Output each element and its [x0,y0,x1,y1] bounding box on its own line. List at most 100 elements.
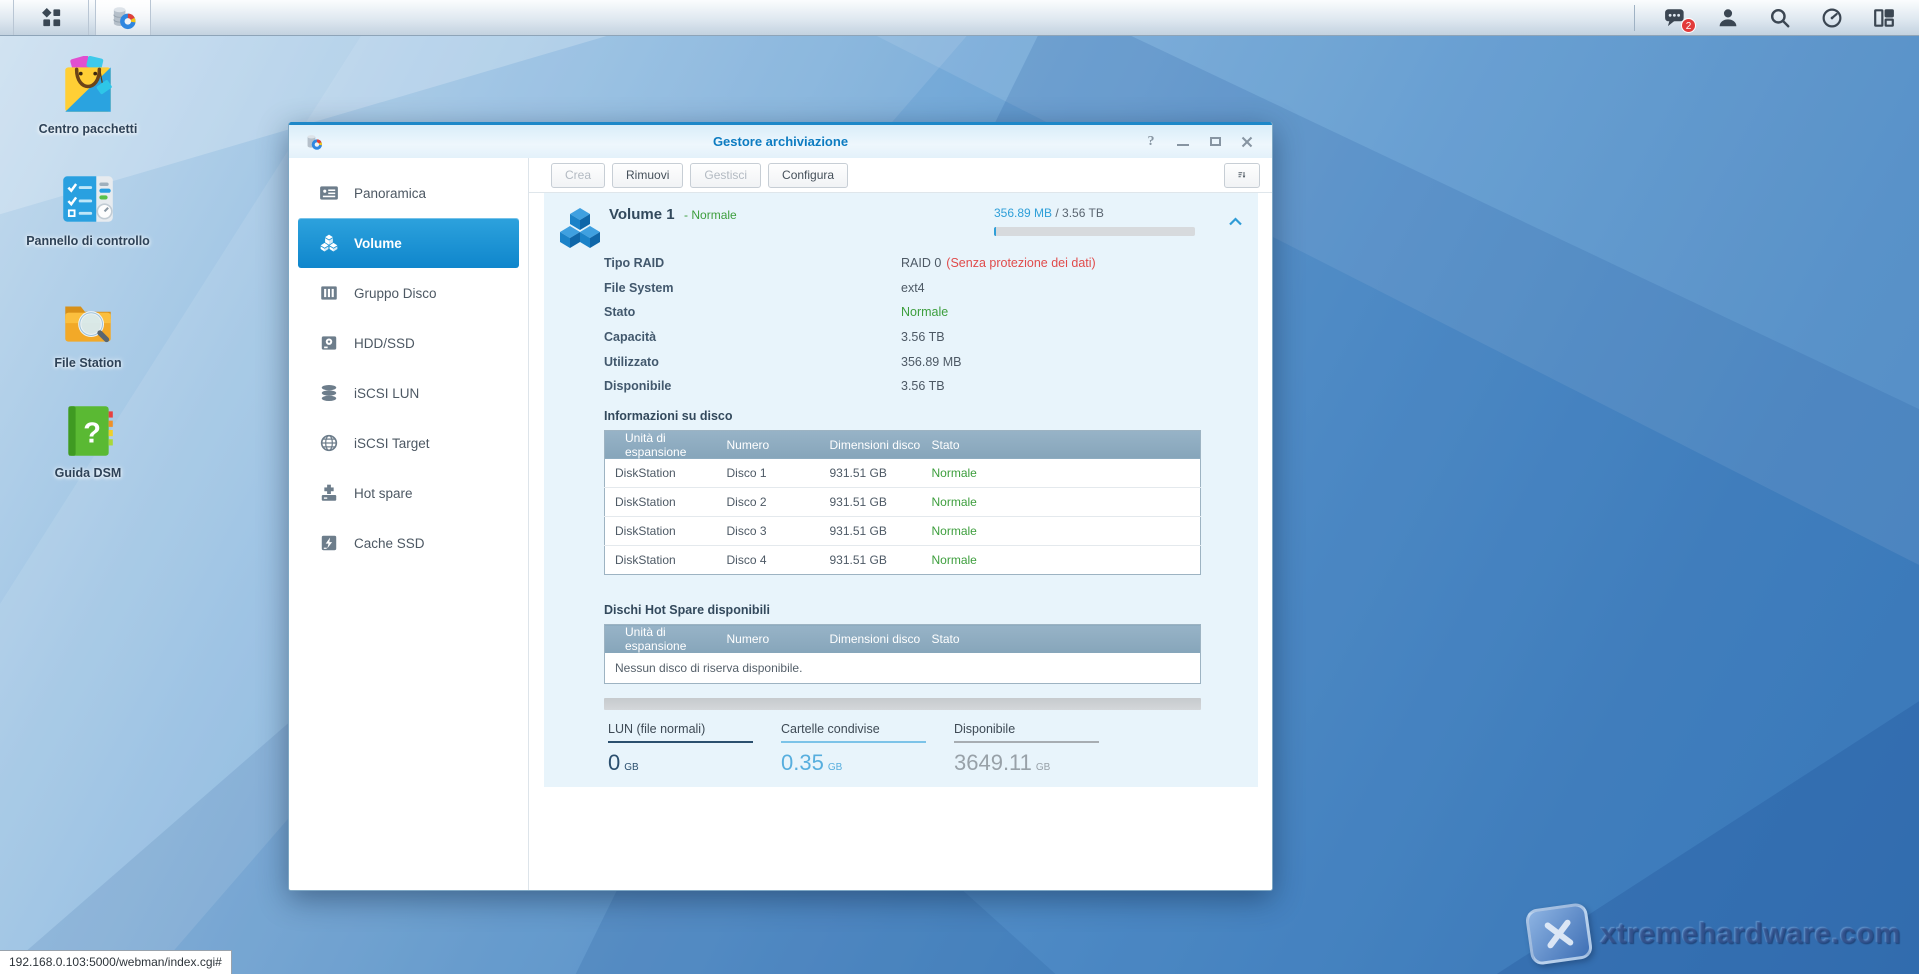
gauge-icon [1821,7,1843,29]
window-title: Gestore archiviazione [289,134,1272,149]
package-center-icon [57,56,119,118]
database-icon [319,383,339,403]
volume-cubes-icon [319,233,339,253]
user-icon [1717,7,1739,29]
sort-button[interactable] [1224,163,1260,188]
sidebar-item-iscsi-lun[interactable]: iSCSI LUN [289,368,528,418]
detail-row-capacita: Capacità 3.56 TB [604,325,1258,350]
configure-button[interactable]: Configura [768,163,848,188]
sidebar-item-gruppo-disco[interactable]: Gruppo Disco [289,268,528,318]
volume-header: Volume 1 - Normale 356.89 MB / 3.56 TB [544,193,1258,245]
notifications-badge: 2 [1681,18,1696,33]
search-button[interactable] [1767,5,1793,31]
globe-icon [319,433,339,453]
help-button[interactable]: ? [1142,134,1160,150]
taskbar-divider [1634,5,1635,31]
watermark: xtremehardware.com [1528,906,1901,962]
chevron-up-icon [1228,217,1243,226]
sidebar-item-panoramica[interactable]: Panoramica [289,168,528,218]
capacity-usage-bar [604,698,1201,710]
desktop-icon-control-panel[interactable]: Pannello di controllo [20,168,156,250]
disk-group-icon [319,283,339,303]
sidebar-item-label: Gruppo Disco [354,286,437,301]
disk-info-table: Unità di espansione Numero Dimensioni di… [604,430,1201,576]
hot-spare-table: Unità di espansione Numero Dimensioni di… [604,624,1201,684]
col-status: Stato [922,430,1201,459]
sidebar-item-cache-ssd[interactable]: Cache SSD [289,518,528,568]
col-unit: Unità di espansione [605,430,717,459]
main-content: Crea Rimuovi Gestisci Configura [529,158,1272,890]
collapse-button[interactable] [1228,213,1243,231]
detail-row-file-system: File System ext4 [604,276,1258,301]
col-unit: Unità di espansione [605,625,717,654]
table-row[interactable]: DiskStation Disco 2 931.51 GB Normale [605,488,1201,517]
close-button[interactable] [1238,134,1256,150]
sidebar-item-label: iSCSI LUN [354,386,419,401]
main-menu-icon [39,5,64,30]
table-row[interactable]: DiskStation Disco 1 931.51 GB Normale [605,459,1201,488]
col-number: Numero [717,430,820,459]
create-button[interactable]: Crea [551,163,605,188]
detail-row-utilizzato: Utilizzato 356.89 MB [604,349,1258,374]
sidebar-item-iscsi-target[interactable]: iSCSI Target [289,418,528,468]
volume-panel: Volume 1 - Normale 356.89 MB / 3.56 TB [544,193,1258,787]
sidebar-item-label: HDD/SSD [354,336,415,351]
desktop-icon-label: File Station [54,356,121,372]
user-menu-button[interactable] [1715,5,1741,31]
storage-manager-window: Gestore archiviazione ? [288,122,1273,891]
detail-row-stato: Stato Normale [604,300,1258,325]
table-header-row: Unità di espansione Numero Dimensioni di… [605,625,1201,654]
sidebar-item-label: Panoramica [354,186,426,201]
desktop-icon-file-station[interactable]: File Station [20,290,156,372]
pilot-view-button[interactable] [1871,5,1897,31]
desktop-icon-label: Guida DSM [55,466,122,482]
col-size: Dimensioni disco [820,625,922,654]
sidebar-item-hdd-ssd[interactable]: HDD/SSD [289,318,528,368]
sidebar-item-label: iSCSI Target [354,436,430,451]
dsm-help-icon: ? [57,400,119,462]
desktop-icon-dsm-help[interactable]: ? Guida DSM [20,400,156,482]
capacity-stats: LUN (file normali) 0GB Cartelle condivis… [608,722,1258,776]
file-station-icon [57,290,119,352]
hot-spare-title: Dischi Hot Spare disponibili [604,603,1258,617]
table-row[interactable]: DiskStation Disco 4 931.51 GB Normale [605,546,1201,575]
window-titlebar[interactable]: Gestore archiviazione ? [289,122,1272,158]
disk-info-title: Informazioni su disco [604,409,1258,423]
svg-text:?: ? [83,417,101,449]
sidebar-item-hot-spare[interactable]: Hot spare [289,468,528,518]
minimize-button[interactable] [1174,134,1192,150]
manage-button[interactable]: Gestisci [690,163,761,188]
desktop-icon-label: Pannello di controllo [26,234,150,250]
window-app-icon [305,133,323,151]
browser-status-url: 192.168.0.103:5000/webman/index.cgi# [0,950,232,974]
sort-descending-icon [1238,168,1246,182]
desktop-icon-package-center[interactable]: Centro pacchetti [20,56,156,138]
sidebar-item-volume[interactable]: Volume [298,218,519,268]
notifications-button[interactable]: 2 [1663,5,1689,31]
taskbar-storage-manager-button[interactable] [95,0,151,35]
hot-spare-icon [319,483,339,503]
volume-usage-bar [994,227,1195,236]
empty-row: Nessun disco di riserva disponibile. [605,653,1201,683]
sidebar-item-label: Hot spare [354,486,413,501]
stat-available: Disponibile 3649.11GB [954,722,1099,776]
stat-shared-folders: Cartelle condivise 0.35GB [781,722,926,776]
widgets-button[interactable] [1819,5,1845,31]
main-menu-button[interactable] [13,0,89,35]
col-number: Numero [717,625,820,654]
table-row[interactable]: DiskStation Disco 3 931.51 GB Normale [605,517,1201,546]
volume-name: Volume 1 [609,206,675,223]
sidebar: Panoramica Volume [289,158,529,890]
raid-warning: (Senza protezione dei dati) [946,256,1095,270]
storage-manager-icon [110,4,137,31]
col-size: Dimensioni disco [820,430,922,459]
table-header-row: Unità di espansione Numero Dimensioni di… [605,430,1201,459]
remove-button[interactable]: Rimuovi [612,163,683,188]
taskbar: 2 [0,0,1919,36]
watermark-text: xtremehardware.com [1600,918,1901,951]
maximize-button[interactable] [1206,134,1224,150]
col-status: Stato [922,625,1201,654]
desktop: 2 [0,0,1919,974]
x-logo-icon [1540,915,1578,953]
control-panel-icon [57,168,119,230]
